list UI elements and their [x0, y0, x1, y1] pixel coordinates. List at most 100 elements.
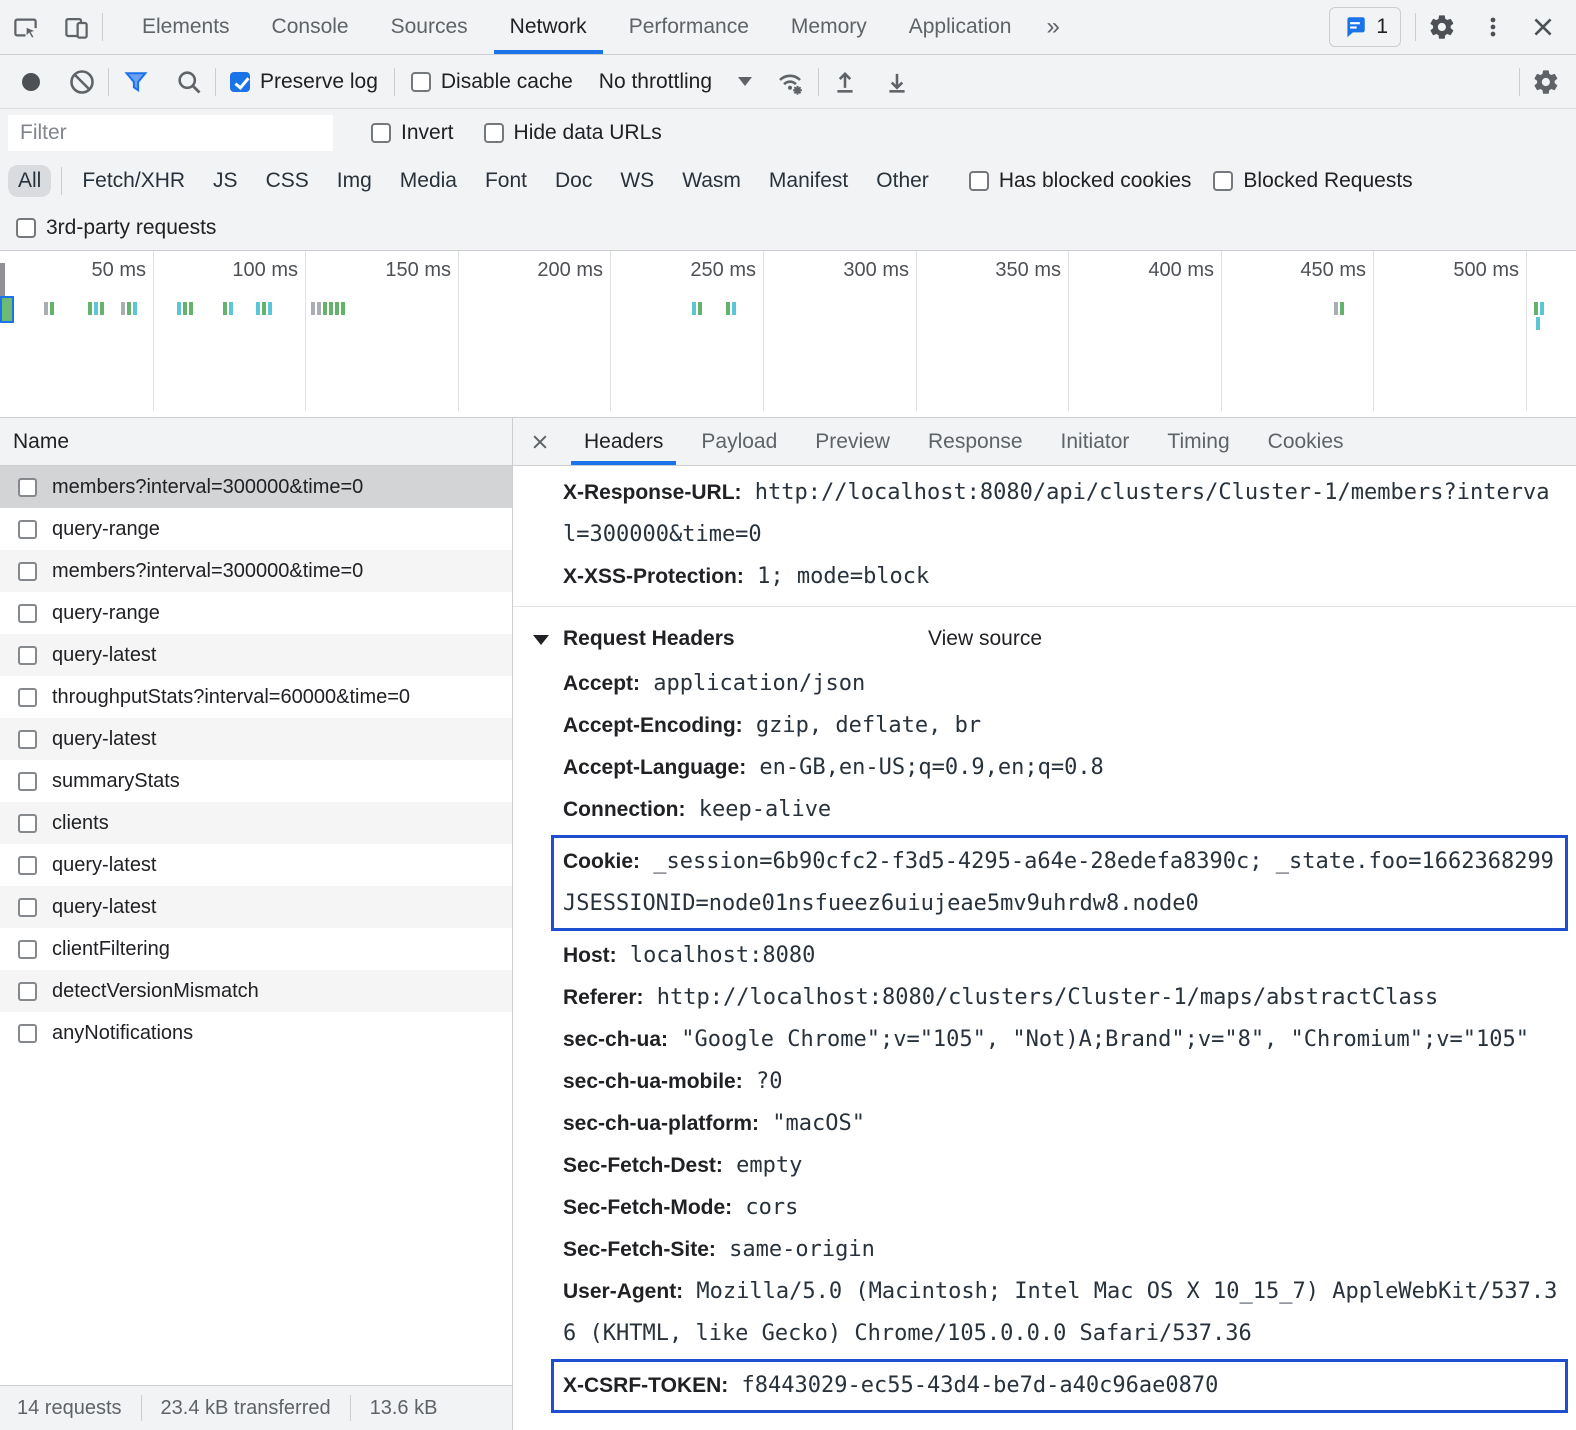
request-checkbox[interactable]	[18, 730, 37, 749]
import-har-button[interactable]	[819, 55, 871, 108]
search-icon	[175, 68, 203, 96]
detail-tab-preview[interactable]: Preview	[796, 418, 909, 465]
inspect-element-button[interactable]	[0, 0, 51, 54]
type-filter-fetch-xhr[interactable]: Fetch/XHR	[72, 165, 195, 197]
request-row[interactable]: query-latest	[0, 718, 512, 760]
detail-tab-headers[interactable]: Headers	[565, 418, 682, 465]
header-line: 6 (KHTML, like Gecko) Chrome/105.0.0.0 S…	[563, 1313, 1568, 1355]
request-row[interactable]: summaryStats	[0, 760, 512, 802]
request-name: clients	[52, 812, 109, 835]
blocked-requests-checkbox[interactable]	[1213, 171, 1233, 191]
detail-tab-response[interactable]: Response	[909, 418, 1042, 465]
request-row[interactable]: members?interval=300000&time=0	[0, 550, 512, 592]
tab-elements[interactable]: Elements	[121, 0, 251, 54]
collapse-caret-icon[interactable]	[533, 635, 549, 645]
record-network-log-button[interactable]	[22, 73, 40, 91]
type-filter-js[interactable]: JS	[203, 165, 248, 197]
tab-sources[interactable]: Sources	[370, 0, 489, 54]
close-devtools-button[interactable]	[1518, 0, 1568, 54]
network-settings-button[interactable]	[1520, 55, 1576, 108]
section-title[interactable]: Request Headers	[563, 627, 735, 650]
type-filter-manifest[interactable]: Manifest	[759, 165, 858, 197]
request-row[interactable]: detectVersionMismatch	[0, 970, 512, 1012]
request-checkbox[interactable]	[18, 856, 37, 875]
third-party-checkbox[interactable]	[16, 218, 36, 238]
close-details-button[interactable]	[513, 418, 565, 465]
tab-memory[interactable]: Memory	[770, 0, 888, 54]
detail-tab-initiator[interactable]: Initiator	[1042, 418, 1149, 465]
request-row[interactable]: query-latest	[0, 634, 512, 676]
header-line: Accept-Language: en-GB,en-US;q=0.9,en;q=…	[563, 747, 1568, 789]
settings-button[interactable]	[1416, 0, 1468, 54]
disable-cache-checkbox[interactable]	[411, 72, 431, 92]
request-checkbox[interactable]	[18, 814, 37, 833]
request-checkbox[interactable]	[18, 940, 37, 959]
request-row[interactable]: query-range	[0, 592, 512, 634]
tab-network[interactable]: Network	[489, 0, 608, 54]
request-row[interactable]: query-latest	[0, 844, 512, 886]
has-blocked-cookies-checkbox[interactable]	[969, 171, 989, 191]
export-har-button[interactable]	[871, 55, 923, 108]
header-value: f8443029-ec55-43d4-be7d-a40c96ae0870	[728, 1373, 1218, 1398]
type-filter-ws[interactable]: WS	[610, 165, 664, 197]
throttling-dropdown[interactable]: No throttling	[599, 70, 752, 94]
type-filter-doc[interactable]: Doc	[545, 165, 602, 197]
detail-tab-timing[interactable]: Timing	[1148, 418, 1248, 465]
header-line: Sec-Fetch-Mode: cors	[563, 1187, 1568, 1229]
filter-toggle-button[interactable]	[109, 55, 163, 108]
filter-input[interactable]	[8, 115, 333, 151]
header-entry: Sec-Fetch-Mode: cors	[513, 1187, 1576, 1229]
tab-console[interactable]: Console	[251, 0, 370, 54]
request-row[interactable]: throughputStats?interval=60000&time=0	[0, 676, 512, 718]
view-source-link[interactable]: View source	[928, 615, 1042, 663]
request-row[interactable]: clients	[0, 802, 512, 844]
search-button[interactable]	[163, 55, 215, 108]
type-filter-css[interactable]: CSS	[256, 165, 319, 197]
network-overview-timeline[interactable]: 50 ms100 ms150 ms200 ms250 ms300 ms350 m…	[0, 251, 1576, 418]
issues-button[interactable]: 1	[1329, 7, 1401, 47]
detail-tab-payload[interactable]: Payload	[682, 418, 796, 465]
request-checkbox[interactable]	[18, 1024, 37, 1043]
more-tabs-chevron[interactable]: »	[1032, 13, 1073, 41]
request-checkbox[interactable]	[18, 520, 37, 539]
overview-gridline	[1221, 251, 1222, 411]
request-checkbox[interactable]	[18, 478, 37, 497]
request-name: members?interval=300000&time=0	[52, 476, 363, 499]
request-row[interactable]: query-range	[0, 508, 512, 550]
detail-tab-cookies[interactable]: Cookies	[1249, 418, 1363, 465]
request-row[interactable]: clientFiltering	[0, 928, 512, 970]
request-details-panel: HeadersPayloadPreviewResponseInitiatorTi…	[513, 418, 1576, 1430]
request-checkbox[interactable]	[18, 982, 37, 1001]
tab-application[interactable]: Application	[888, 0, 1033, 54]
network-conditions-button[interactable]	[762, 55, 818, 108]
request-row[interactable]: members?interval=300000&time=0	[0, 466, 512, 508]
request-checkbox[interactable]	[18, 772, 37, 791]
header-entry: Host: localhost:8080	[513, 935, 1576, 977]
request-checkbox[interactable]	[18, 646, 37, 665]
type-filter-img[interactable]: Img	[327, 165, 382, 197]
invert-checkbox[interactable]	[371, 123, 391, 143]
clear-network-log-button[interactable]	[56, 55, 108, 108]
preserve-log-checkbox[interactable]	[230, 72, 250, 92]
type-filter-other[interactable]: Other	[866, 165, 939, 197]
type-filter-font[interactable]: Font	[475, 165, 537, 197]
header-line: Connection: keep-alive	[563, 789, 1568, 831]
type-filter-wasm[interactable]: Wasm	[672, 165, 751, 197]
name-column-header[interactable]: Name	[0, 418, 512, 466]
request-checkbox[interactable]	[18, 604, 37, 623]
kebab-menu-button[interactable]	[1468, 0, 1518, 54]
waterfall-mark	[692, 302, 702, 315]
request-checkbox[interactable]	[18, 898, 37, 917]
header-line: Referer: http://localhost:8080/clusters/…	[563, 977, 1568, 1019]
request-row[interactable]: anyNotifications	[0, 1012, 512, 1054]
request-row[interactable]: query-latest	[0, 886, 512, 928]
tab-performance[interactable]: Performance	[608, 0, 770, 54]
request-checkbox[interactable]	[18, 688, 37, 707]
request-count: 14 requests	[17, 1397, 122, 1420]
type-filter-media[interactable]: Media	[390, 165, 467, 197]
type-filter-all[interactable]: All	[8, 165, 51, 197]
request-checkbox[interactable]	[18, 562, 37, 581]
divider	[61, 167, 62, 195]
device-toolbar-button[interactable]	[51, 0, 102, 54]
hide-data-urls-checkbox[interactable]	[484, 123, 504, 143]
